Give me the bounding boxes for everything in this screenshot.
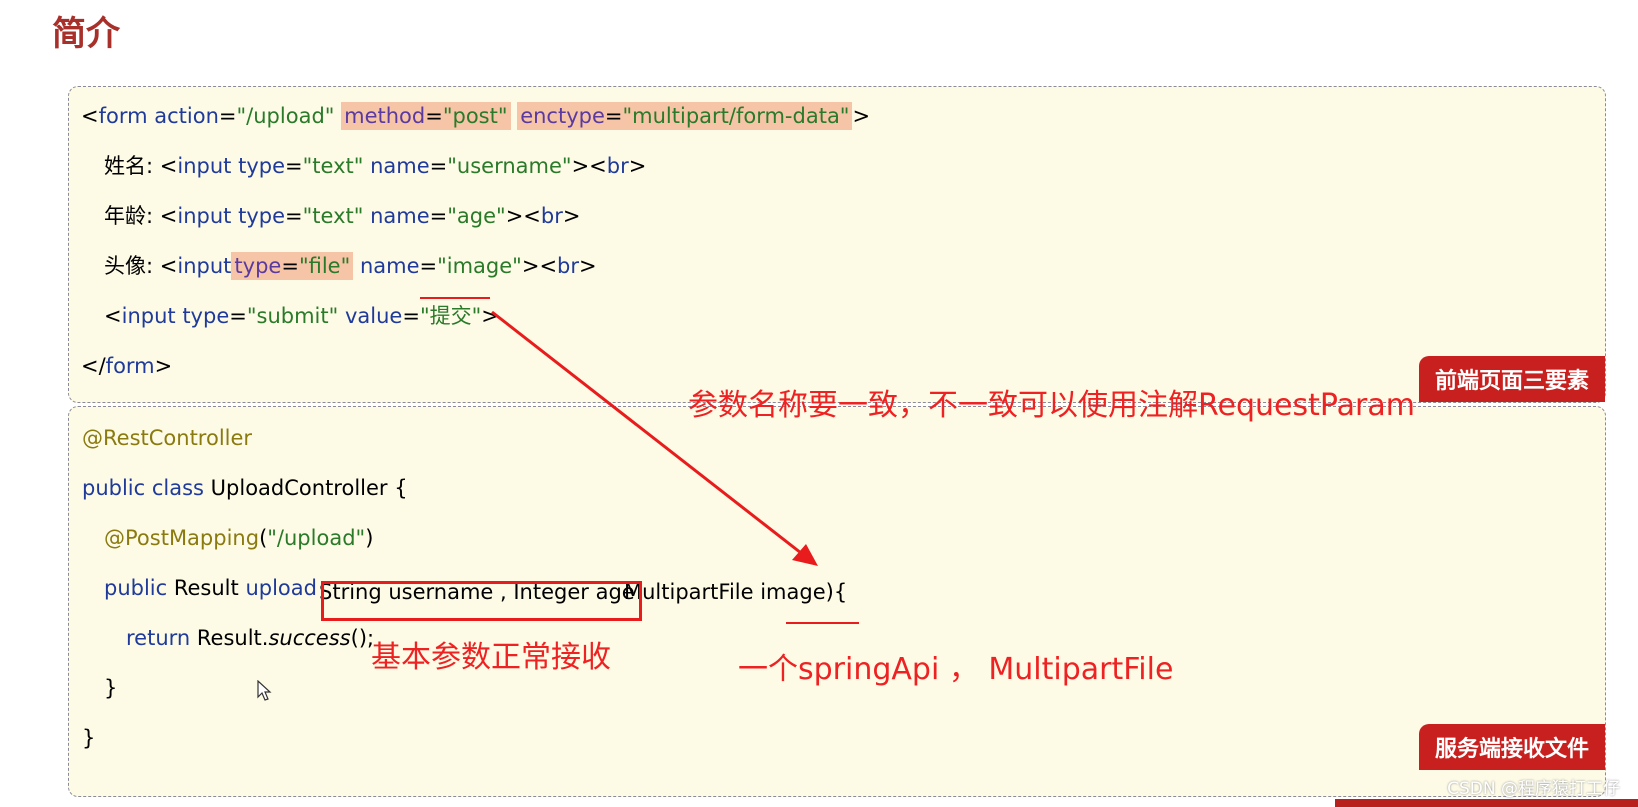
bottom-strip bbox=[1335, 799, 1638, 807]
watermark: CSDN @程序猿打工仔 bbox=[1447, 779, 1620, 799]
note-spring-api: 一个springApi ， MultipartFile bbox=[738, 652, 1174, 687]
arrow-line bbox=[491, 310, 811, 562]
mouse-cursor-icon bbox=[257, 680, 272, 701]
note-param-name: 参数名称要一致，不一致可以使用注解RequestParam bbox=[688, 388, 1415, 423]
note-basic-params: 基本参数正常接收 bbox=[371, 640, 611, 675]
